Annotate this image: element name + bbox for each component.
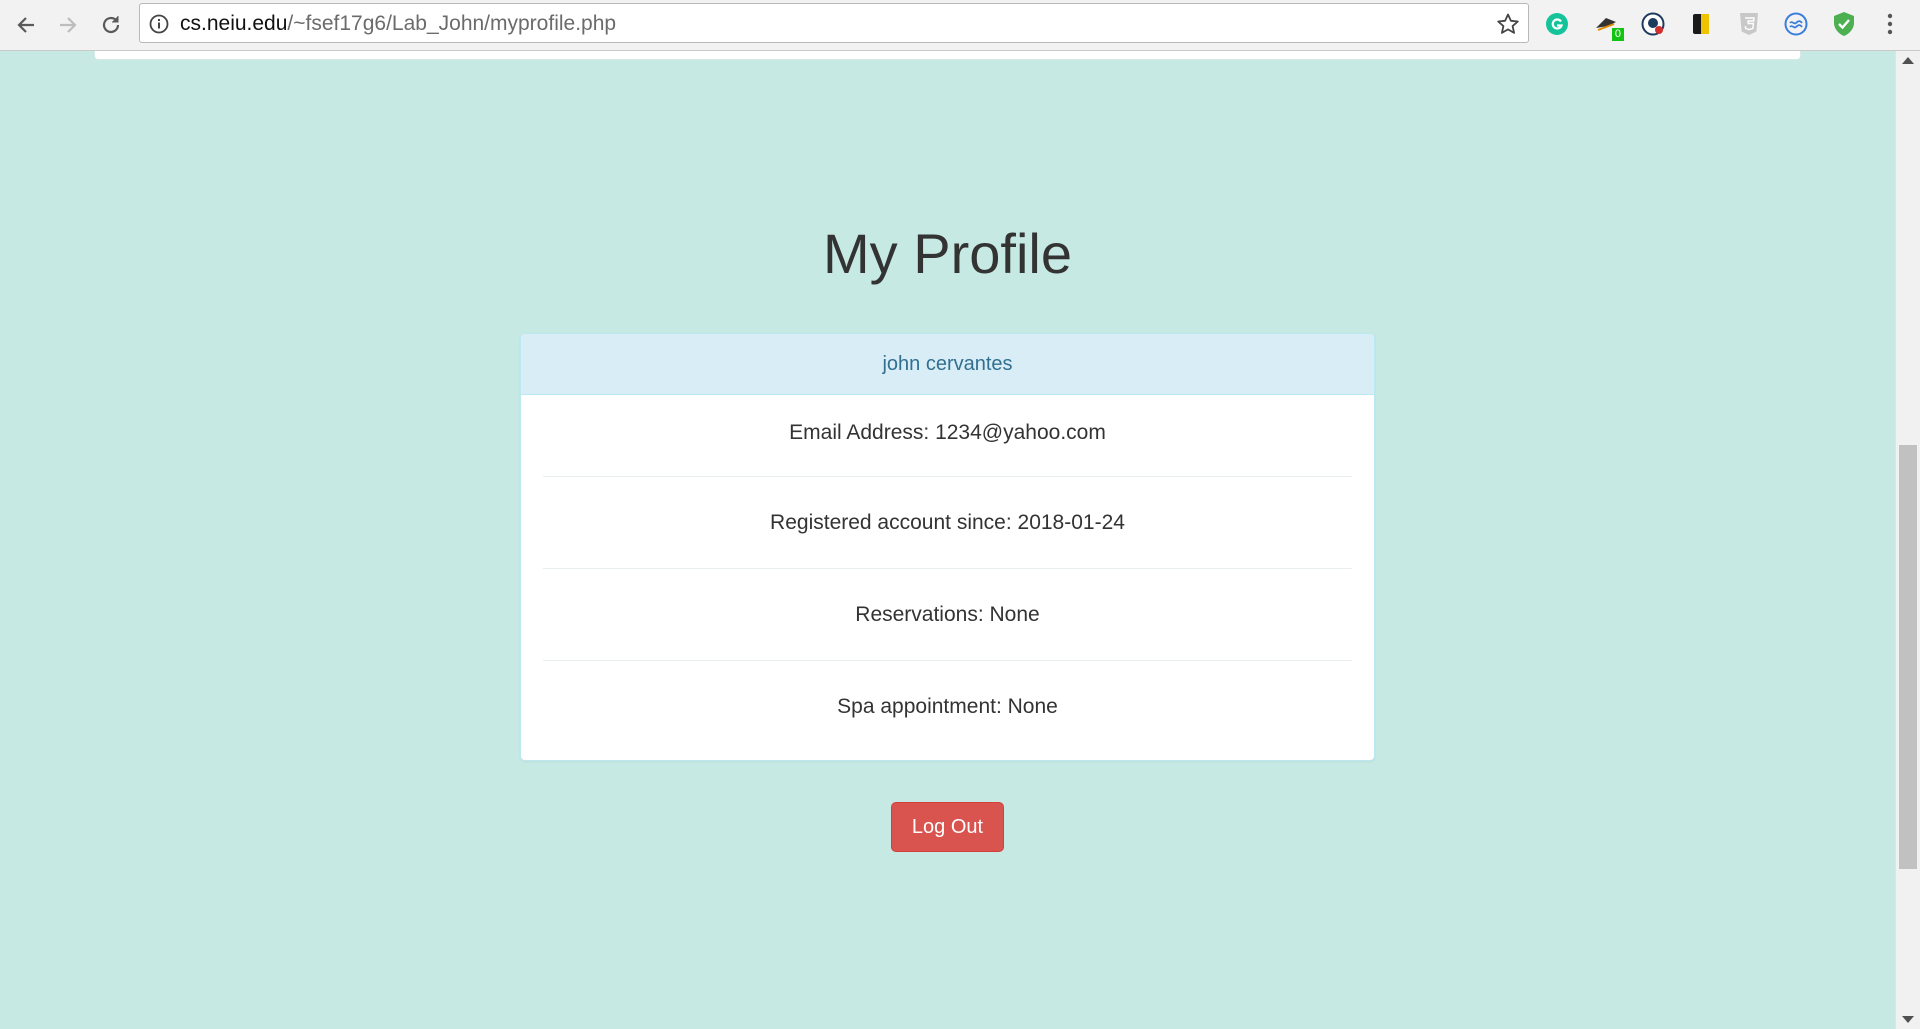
reload-icon: [102, 16, 120, 34]
shield-extension-icon[interactable]: [1831, 11, 1857, 37]
url-path: /~fsef17g6/Lab_John/myprofile.php: [287, 12, 617, 35]
reload-button[interactable]: [95, 9, 127, 41]
browser-menu-icon[interactable]: [1880, 11, 1900, 37]
scroll-down-arrow-icon[interactable]: [1902, 1016, 1914, 1023]
profile-name: john cervantes: [521, 334, 1374, 395]
profile-details-list: Email Address: 1234@yahoo.com Registered…: [521, 395, 1374, 752]
spa-appointment-row: Spa appointment: None: [837, 694, 1058, 718]
url-host: cs.neiu.edu: [180, 12, 288, 35]
bookmark-star-icon[interactable]: [1496, 12, 1520, 36]
page-content: My Profile john cervantes Email Address:…: [0, 51, 1895, 1029]
forward-arrow-icon: [60, 17, 77, 33]
page-title: My Profile: [823, 222, 1072, 285]
address-bar[interactable]: cs.neiu.edu/~fsef17g6/Lab_John/myprofile…: [139, 3, 1529, 43]
url-text[interactable]: cs.neiu.edu/~fsef17g6/Lab_John/myprofile…: [180, 13, 616, 35]
top-panel-edge: [94, 51, 1801, 60]
sync-extension-icon[interactable]: [1783, 11, 1809, 37]
vertical-scrollbar[interactable]: [1895, 51, 1920, 1029]
forward-button[interactable]: [52, 9, 84, 41]
browser-toolbar: cs.neiu.edu/~fsef17g6/Lab_John/myprofile…: [0, 0, 1920, 51]
reservations-row: Reservations: None: [543, 569, 1352, 661]
info-icon[interactable]: [148, 13, 170, 35]
privacy-badger-extension-icon[interactable]: [1640, 11, 1666, 37]
registered-since-row: Registered account since: 2018-01-24: [543, 477, 1352, 569]
scroll-up-arrow-icon[interactable]: [1902, 57, 1914, 64]
extension-with-badge-icon[interactable]: 0: [1590, 11, 1624, 41]
scroll-thumb[interactable]: [1899, 445, 1917, 869]
back-arrow-icon: [17, 17, 34, 33]
logout-button[interactable]: Log Out: [891, 802, 1004, 852]
dark-reader-extension-icon[interactable]: [1688, 11, 1714, 37]
html5-extension-icon[interactable]: [1736, 11, 1762, 37]
back-button[interactable]: [10, 9, 42, 41]
profile-card: john cervantes Email Address: 1234@yahoo…: [520, 333, 1375, 761]
email-row: Email Address: 1234@yahoo.com: [543, 395, 1352, 477]
grammarly-extension-icon[interactable]: [1544, 11, 1570, 37]
extension-badge: 0: [1611, 28, 1624, 41]
